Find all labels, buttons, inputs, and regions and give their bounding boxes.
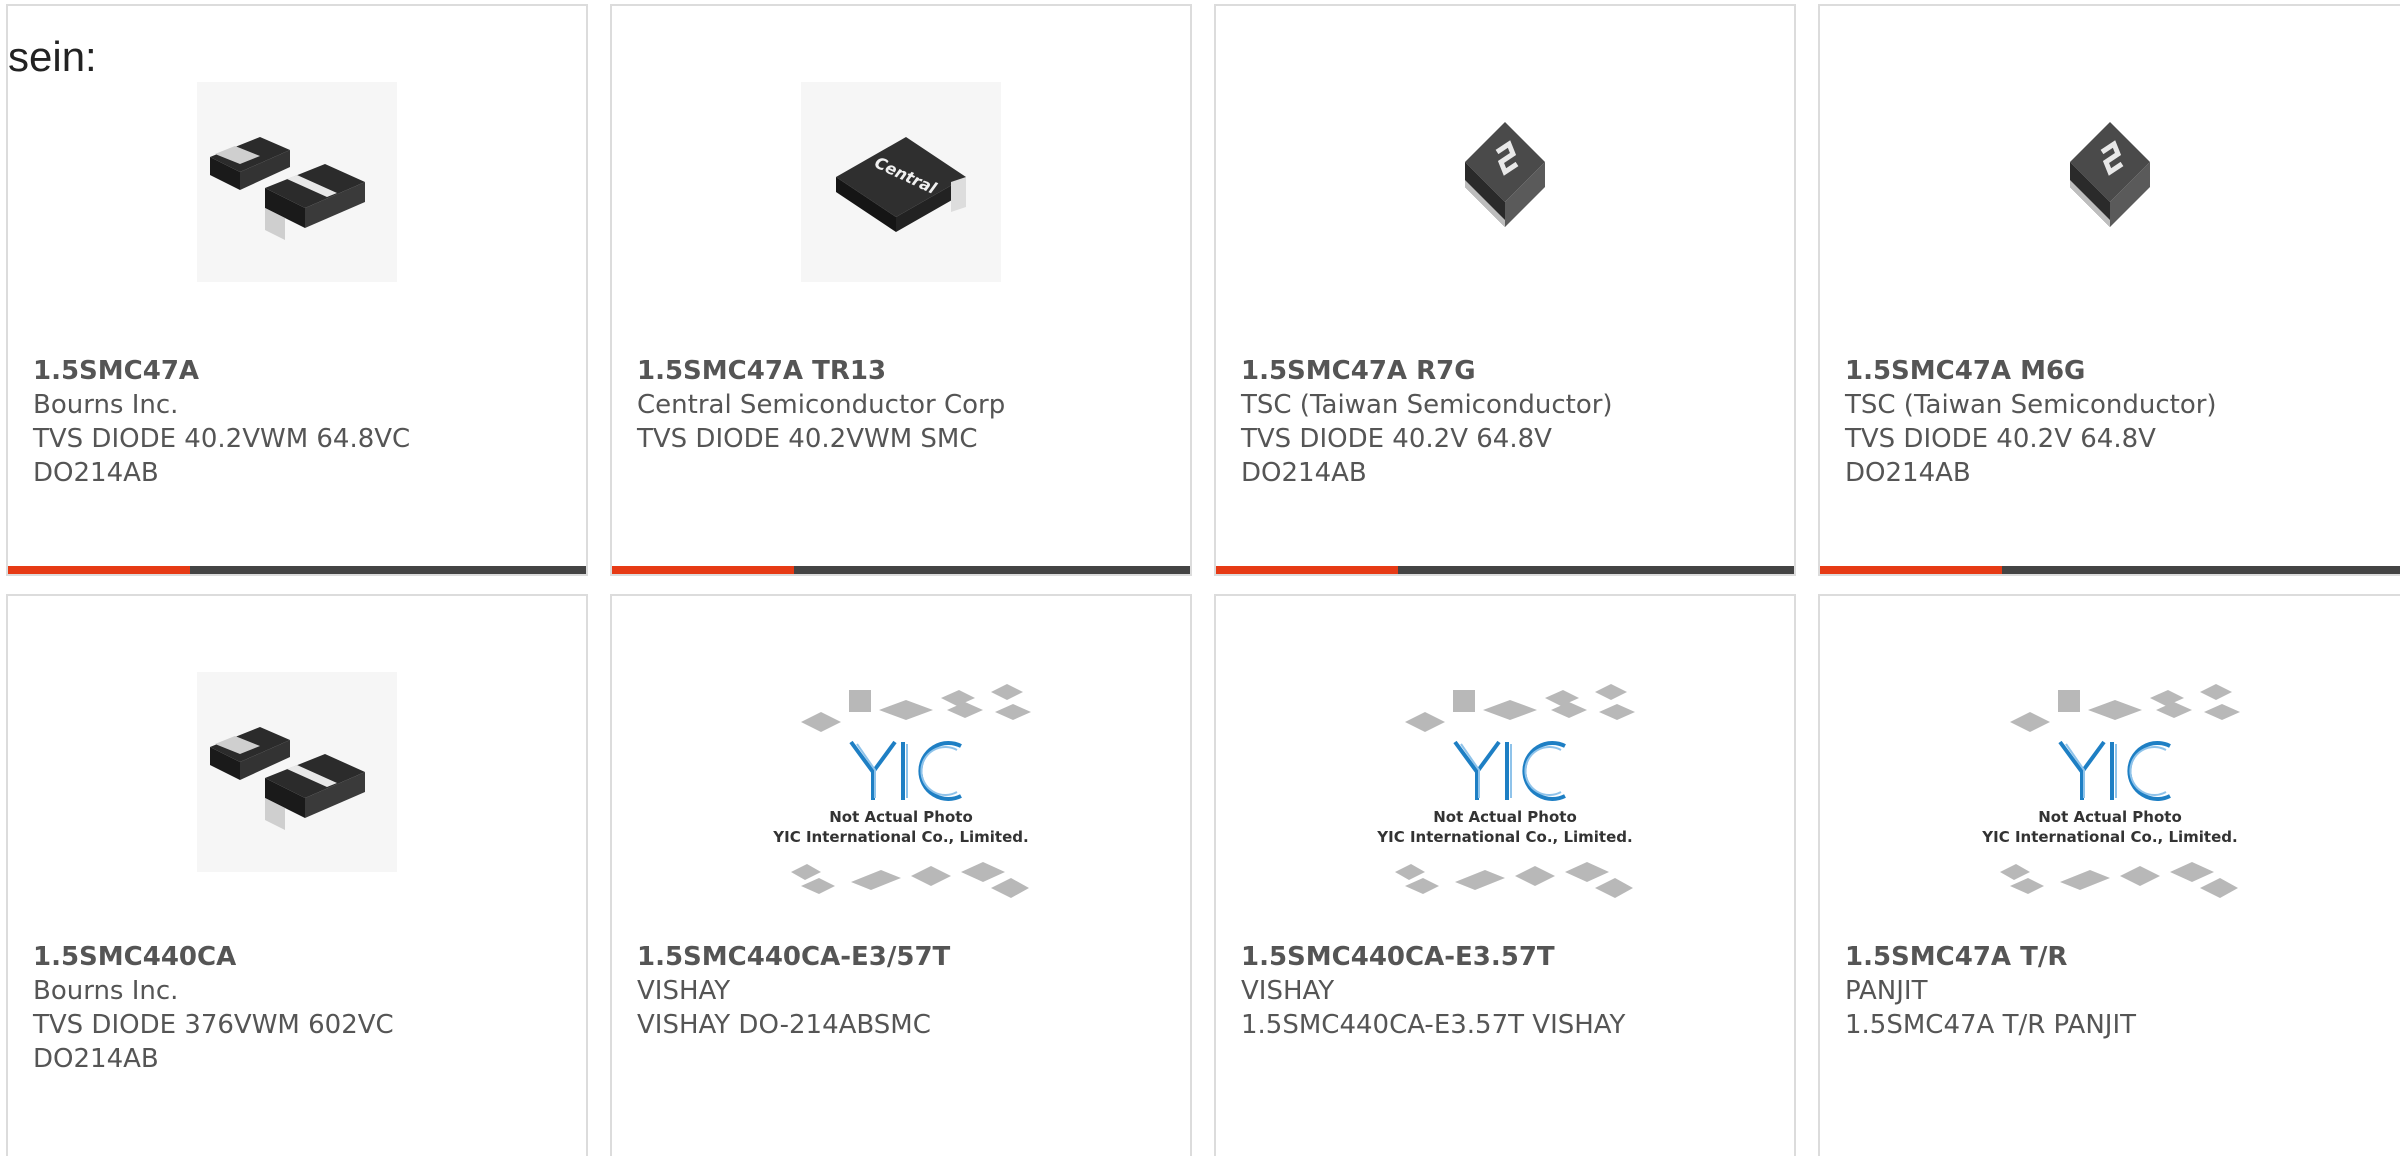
description: TVS DIODE 40.2VWM 64.8VC <box>33 424 411 454</box>
description: TVS DIODE 40.2V 64.8V <box>1241 424 1552 454</box>
manufacturer: Central Semiconductor Corp <box>637 390 1006 420</box>
not-actual-photo-placeholder: Not Actual Photo YIC International Co., … <box>1376 684 1635 898</box>
smd-diode-icon: Central <box>836 137 966 232</box>
manufacturer: VISHAY <box>637 976 731 1006</box>
card-accent <box>1216 566 1398 574</box>
product-info: 1.5SMC47A M6G TSC (Taiwan Semiconductor)… <box>1845 354 2396 490</box>
product-card[interactable]: Not Actual Photo YIC International Co., … <box>1818 594 2400 1156</box>
manufacturer: PANJIT <box>1845 976 1928 1006</box>
product-info: 1.5SMC47A Bourns Inc. TVS DIODE 40.2VWM … <box>33 354 566 490</box>
product-info: 1.5SMC440CA-E3/57T VISHAY VISHAY DO-214A… <box>637 940 1170 1042</box>
product-card[interactable]: Not Actual Photo YIC International Co., … <box>610 594 1192 1156</box>
description: VISHAY DO-214ABSMC <box>637 1010 931 1040</box>
card-bar <box>1216 566 1794 574</box>
description: TVS DIODE 376VWM 602VC <box>33 1010 394 1040</box>
product-card[interactable]: 1.5SMC47A R7G TSC (Taiwan Semiconductor)… <box>1214 4 1796 576</box>
card-bar <box>1820 566 2400 574</box>
product-image[interactable]: Not Actual Photo YIC International Co., … <box>1365 672 1645 912</box>
placeholder-text-1: Not Actual Photo <box>829 808 973 826</box>
product-card[interactable]: Not Actual Photo YIC International Co., … <box>1214 594 1796 1156</box>
part-number[interactable]: 1.5SMC47A M6G <box>1845 354 2396 388</box>
description-cont: DO214AB <box>33 1044 159 1074</box>
card-bar <box>612 566 1190 574</box>
product-image[interactable] <box>197 82 397 282</box>
not-actual-photo-placeholder: Not Actual Photo YIC International Co., … <box>772 684 1031 898</box>
description-cont: DO214AB <box>1845 458 1971 488</box>
description: TVS DIODE 40.2V 64.8V <box>1845 424 2156 454</box>
product-card[interactable]: 1.5SMC47A Bourns Inc. TVS DIODE 40.2VWM … <box>6 4 588 576</box>
part-number[interactable]: 1.5SMC47A T/R <box>1845 940 2396 974</box>
part-number[interactable]: 1.5SMC440CA-E3/57T <box>637 940 1170 974</box>
card-accent <box>1820 566 2002 574</box>
part-number[interactable]: 1.5SMC47A <box>33 354 566 388</box>
manufacturer: Bourns Inc. <box>33 390 179 420</box>
product-image[interactable]: Not Actual Photo YIC International Co., … <box>1970 672 2250 912</box>
description-cont: DO214AB <box>33 458 159 488</box>
description: TVS DIODE 40.2VWM SMC <box>637 424 978 454</box>
smd-diode-icon <box>2070 122 2150 227</box>
placeholder-text-1: Not Actual Photo <box>2038 808 2182 826</box>
part-number[interactable]: 1.5SMC440CA-E3.57T <box>1241 940 1774 974</box>
card-accent <box>8 566 190 574</box>
product-info: 1.5SMC440CA Bourns Inc. TVS DIODE 376VWM… <box>33 940 566 1076</box>
not-actual-photo-placeholder: Not Actual Photo YIC International Co., … <box>1981 684 2240 898</box>
placeholder-text-1: Not Actual Photo <box>1433 808 1577 826</box>
manufacturer: VISHAY <box>1241 976 1335 1006</box>
card-bar <box>8 566 586 574</box>
product-image[interactable]: Not Actual Photo YIC International Co., … <box>761 672 1041 912</box>
description: 1.5SMC47A T/R PANJIT <box>1845 1010 2137 1040</box>
smd-diode-icon <box>210 137 365 240</box>
manufacturer: TSC (Taiwan Semiconductor) <box>1845 390 2217 420</box>
part-number[interactable]: 1.5SMC440CA <box>33 940 566 974</box>
placeholder-text-2: YIC International Co., Limited. <box>1981 828 2237 846</box>
product-image[interactable] <box>1405 82 1605 282</box>
product-card[interactable]: 1.5SMC440CA Bourns Inc. TVS DIODE 376VWM… <box>6 594 588 1156</box>
product-info: 1.5SMC47A T/R PANJIT 1.5SMC47A T/R PANJI… <box>1845 940 2396 1042</box>
product-grid-page: sein: 1.5SMC47A Bourns Inc. TVS DIODE 40… <box>0 0 2400 1156</box>
description-cont: DO214AB <box>1241 458 1367 488</box>
card-accent <box>612 566 794 574</box>
placeholder-text-2: YIC International Co., Limited. <box>1376 828 1632 846</box>
description: 1.5SMC440CA-E3.57T VISHAY <box>1241 1010 1626 1040</box>
placeholder-text-2: YIC International Co., Limited. <box>772 828 1028 846</box>
smd-diode-icon <box>210 727 365 830</box>
part-number[interactable]: 1.5SMC47A R7G <box>1241 354 1774 388</box>
manufacturer: TSC (Taiwan Semiconductor) <box>1241 390 1613 420</box>
part-number[interactable]: 1.5SMC47A TR13 <box>637 354 1170 388</box>
product-info: 1.5SMC47A R7G TSC (Taiwan Semiconductor)… <box>1241 354 1774 490</box>
product-card[interactable]: 1.5SMC47A M6G TSC (Taiwan Semiconductor)… <box>1818 4 2400 576</box>
product-info: 1.5SMC440CA-E3.57T VISHAY 1.5SMC440CA-E3… <box>1241 940 1774 1042</box>
product-image[interactable]: Central <box>801 82 1001 282</box>
product-info: 1.5SMC47A TR13 Central Semiconductor Cor… <box>637 354 1170 456</box>
lead-text: sein: <box>8 33 97 80</box>
manufacturer: Bourns Inc. <box>33 976 179 1006</box>
product-image[interactable] <box>2010 82 2210 282</box>
product-image[interactable] <box>197 672 397 872</box>
smd-diode-icon <box>1465 122 1545 227</box>
product-card[interactable]: Central 1.5SMC47A TR13 Central Semicondu… <box>610 4 1192 576</box>
